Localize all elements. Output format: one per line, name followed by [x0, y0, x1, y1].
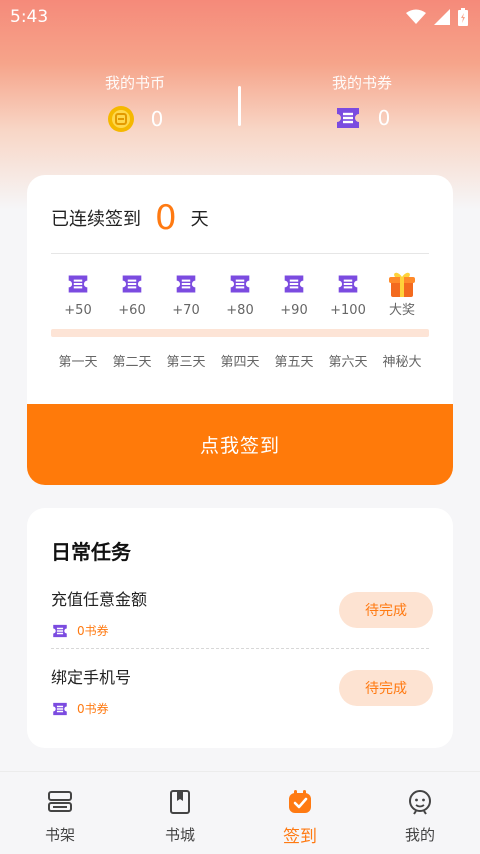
- progress-track: [51, 329, 429, 337]
- ticket-icon: [284, 275, 304, 293]
- day-label: 神秘大: [382, 355, 422, 370]
- task-reward-text: 0书券: [77, 624, 109, 638]
- day-label: 第一天: [58, 355, 98, 370]
- tickets-label: 我的书券: [331, 74, 392, 92]
- battery-icon: [458, 8, 468, 26]
- checkin-icon: [289, 790, 311, 813]
- wallet-divider: [238, 86, 241, 126]
- ticket-icon: [336, 108, 359, 128]
- status-time: 5:43: [10, 7, 49, 27]
- tasks-title: 日常任务: [51, 540, 131, 564]
- streak-text: 已连续签到 0 天: [51, 201, 209, 235]
- task-divider: [51, 648, 429, 649]
- wallet-summary: 我的书币 0 我的书券 0: [0, 72, 480, 142]
- tab-label: 书架: [44, 826, 75, 844]
- reward-day-5: +90: [267, 271, 321, 318]
- task-action-button[interactable]: 待完成: [339, 670, 433, 706]
- status-bar: 5:43: [0, 0, 480, 34]
- divider: [51, 253, 429, 254]
- reward-day-6: +100: [321, 271, 375, 318]
- bookshelf-icon: [48, 791, 72, 812]
- streak-days: 0: [155, 198, 177, 238]
- tab-bookshelf[interactable]: 书架: [0, 772, 120, 854]
- coins-block[interactable]: 我的书币 0: [60, 72, 210, 133]
- reward-day-3: +70: [159, 271, 213, 318]
- status-icons: [406, 8, 468, 26]
- ticket-icon: [176, 275, 196, 293]
- task-item-recharge: 充值任意金额 0书券 待完成: [51, 586, 433, 656]
- profile-icon: [409, 790, 431, 815]
- tab-profile[interactable]: 我的: [360, 772, 480, 854]
- reward-amount: +90: [280, 303, 308, 318]
- reward-amount: +60: [118, 303, 146, 318]
- reward-day-1: +50: [51, 271, 105, 318]
- ticket-icon: [53, 624, 67, 637]
- tab-label: 签到: [283, 827, 317, 847]
- sign-in-button[interactable]: 点我签到: [27, 404, 453, 485]
- day-label: 第二天: [112, 355, 152, 370]
- streak-suffix: 天: [190, 209, 209, 230]
- coins-value: 0: [150, 107, 164, 131]
- tab-label: 我的: [404, 826, 435, 844]
- daily-tasks-card: 日常任务 充值任意金额 0书券 待完成 绑定手机号 0书券 待完成: [27, 508, 453, 748]
- day-label: 第六天: [328, 355, 368, 370]
- task-reward-text: 0书券: [77, 702, 109, 716]
- bottom-tab-bar: 书架 书城 签到 我的: [0, 771, 480, 854]
- ticket-icon: [53, 702, 67, 715]
- ticket-icon: [68, 275, 88, 293]
- wifi-icon: [406, 9, 426, 24]
- day-label: 第五天: [274, 355, 314, 370]
- gift-icon: [389, 272, 415, 297]
- signal-icon: [434, 9, 450, 25]
- ticket-icon: [338, 275, 358, 293]
- reward-day-7: 大奖: [375, 271, 429, 318]
- reward-amount: 大奖: [388, 303, 415, 318]
- signin-card: 已连续签到 0 天 +50 +60 +70 +80 +90 +100 大奖 第一…: [27, 175, 453, 485]
- day-label: 第三天: [166, 355, 206, 370]
- coins-label: 我的书币: [104, 74, 165, 92]
- ticket-icon: [230, 275, 250, 293]
- tickets-block[interactable]: 我的书券 0: [287, 72, 437, 131]
- tickets-value: 0: [377, 106, 391, 130]
- day-label: 第四天: [220, 355, 260, 370]
- reward-amount: +50: [64, 303, 92, 318]
- reward-day-4: +80: [213, 271, 267, 318]
- ticket-icon: [122, 275, 142, 293]
- task-item-bind-phone: 绑定手机号 0书券 待完成: [51, 664, 433, 734]
- coin-icon: [107, 106, 134, 132]
- tab-label: 书城: [164, 826, 195, 844]
- streak-prefix: 已连续签到: [51, 209, 141, 230]
- reward-amount: +70: [172, 303, 200, 318]
- book-icon: [170, 790, 190, 814]
- reward-amount: +100: [330, 303, 366, 318]
- reward-amount: +80: [226, 303, 254, 318]
- reward-day-2: +60: [105, 271, 159, 318]
- task-action-button[interactable]: 待完成: [339, 592, 433, 628]
- tab-checkin[interactable]: 签到: [240, 772, 360, 854]
- tab-bookstore[interactable]: 书城: [120, 772, 240, 854]
